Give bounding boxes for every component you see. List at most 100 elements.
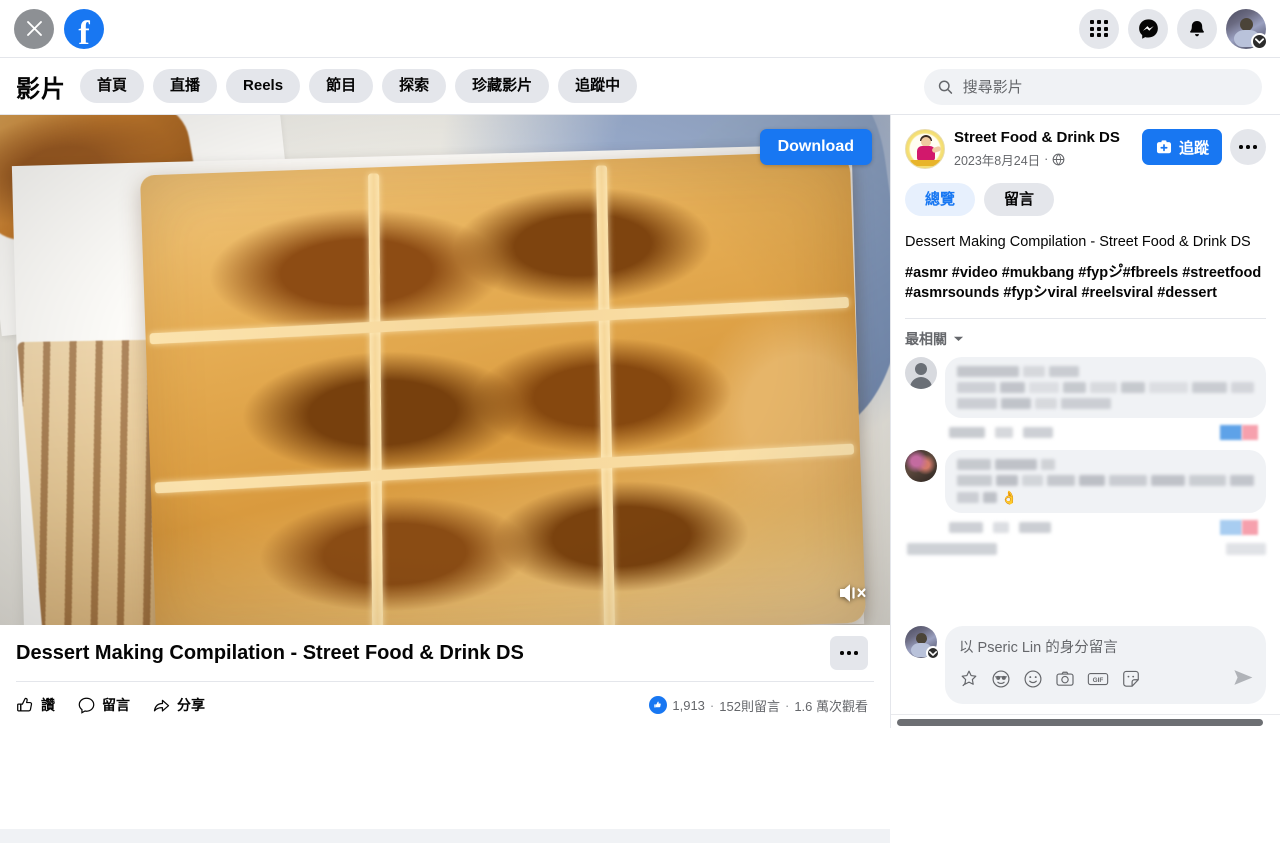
avatar-head <box>1240 17 1253 31</box>
view-replies-action[interactable] <box>907 542 997 555</box>
comment-timestamp <box>1019 521 1051 533</box>
thumbs-up-icon <box>17 697 33 711</box>
video-actions: 讚 留言 分享 <box>16 695 205 715</box>
comment-redacted-line <box>957 458 1254 470</box>
composer-identity-chevron[interactable] <box>926 646 940 660</box>
views-count: 1.6 萬次觀看 <box>794 698 868 714</box>
page-avatar[interactable] <box>905 129 945 169</box>
chevron-down-icon <box>953 336 964 341</box>
video-nav-bar: 影片 首頁 直播 Reels 節目 探索 珍藏影片 追蹤中 <box>0 58 1280 115</box>
composer-avatar[interactable] <box>905 626 940 660</box>
nav-item-following[interactable]: 追蹤中 <box>558 69 638 103</box>
comment-reply-action[interactable] <box>993 521 1009 533</box>
comment-bubble: 👌 <box>945 449 1266 513</box>
comment-avatar[interactable] <box>905 356 937 389</box>
nav-item-reels[interactable]: Reels <box>226 69 301 103</box>
comment-reply-action[interactable] <box>995 426 1013 438</box>
emoji-icon[interactable] <box>1023 669 1043 689</box>
video-player[interactable]: Download <box>0 115 890 625</box>
follow-button[interactable]: 追蹤 <box>1141 129 1222 165</box>
page-bottom-strip <box>0 829 890 843</box>
follow-plus-icon <box>1156 140 1172 154</box>
comment-list: 👌 <box>891 353 1280 618</box>
like-button[interactable]: 讚 <box>16 695 55 715</box>
sidebar-horizontal-scrollbar[interactable] <box>891 714 1280 728</box>
nav-item-home[interactable]: 首頁 <box>80 69 145 103</box>
apps-grid-icon <box>1090 19 1108 38</box>
search-box[interactable] <box>924 69 1262 105</box>
follow-button-label: 追蹤 <box>1178 139 1209 157</box>
sidebar-more-options-button[interactable] <box>1230 129 1266 165</box>
apps-grid-button[interactable] <box>1079 8 1119 49</box>
video-info-bar: Dessert Making Compilation - Street Food… <box>0 625 890 728</box>
messenger-button[interactable] <box>1128 8 1168 49</box>
comment-body <box>945 356 1266 440</box>
share-button-label: 分享 <box>177 697 205 713</box>
comment-redacted-line <box>957 474 1254 486</box>
chevron-down-icon <box>929 650 937 656</box>
comment-action-row <box>945 418 1266 440</box>
stats-separator: · <box>709 697 715 713</box>
page-identity-row: Street Food & Drink DS 2023年8月24日 · 追蹤 <box>905 129 1266 169</box>
close-button[interactable] <box>14 8 54 49</box>
account-chevron-badge <box>1251 32 1268 50</box>
comment-redacted-line <box>957 381 1254 393</box>
svg-text:GIF: GIF <box>1093 677 1104 684</box>
nav-item-live[interactable]: 直播 <box>153 69 218 103</box>
comment-sort-dropdown[interactable]: 最相關 <box>891 319 1280 353</box>
comment-button-label: 留言 <box>102 697 130 713</box>
send-comment-button[interactable] <box>1233 668 1254 692</box>
nav-item-saved[interactable]: 珍藏影片 <box>455 69 550 103</box>
gif-icon[interactable]: GIF <box>1087 669 1109 689</box>
comment-redacted-line <box>957 365 1254 377</box>
page-name[interactable]: Street Food & Drink DS <box>954 129 1142 148</box>
post-date: 2023年8月24日 <box>954 153 1041 168</box>
globe-public-icon <box>1052 153 1065 166</box>
comments-count: 152則留言 <box>719 698 780 714</box>
comment-input-box[interactable]: 以 Pseric Lin 的身分留言 GIF <box>945 626 1266 704</box>
share-arrow-icon <box>153 699 170 712</box>
nav-item-shows[interactable]: 節目 <box>309 69 374 103</box>
comment-item <box>905 356 1266 440</box>
post-hashtags[interactable]: #asmr #video #mukbang #fypシ゚#fbreels #st… <box>905 263 1266 304</box>
sticker-icon[interactable] <box>1121 669 1141 689</box>
tab-overview[interactable]: 總覽 <box>905 183 976 217</box>
comment-avatar[interactable] <box>905 449 937 482</box>
mute-toggle-button[interactable] <box>836 580 870 611</box>
video-title: Dessert Making Compilation - Street Food… <box>16 641 524 664</box>
share-button[interactable]: 分享 <box>152 695 205 715</box>
top-actions <box>1079 8 1268 50</box>
stats-separator: · <box>784 697 790 713</box>
meta-separator: · <box>1044 152 1049 167</box>
camera-icon[interactable] <box>1055 669 1075 689</box>
comment-like-action[interactable] <box>949 426 985 438</box>
post-description: Dessert Making Compilation - Street Food… <box>891 216 1280 303</box>
reactions-count: 1,913 <box>672 697 705 713</box>
chevron-down-icon <box>1255 38 1264 44</box>
comment-button[interactable]: 留言 <box>77 695 130 715</box>
facebook-logo[interactable]: f <box>64 8 104 49</box>
comment-reactions-badge[interactable] <box>1220 424 1258 440</box>
comment-action-row <box>945 513 1266 535</box>
scrollbar-thumb[interactable] <box>897 719 1263 726</box>
comment-item: 👌 <box>905 449 1266 555</box>
comment-like-action[interactable] <box>949 521 983 533</box>
nav-pill-list: 首頁 直播 Reels 節目 探索 珍藏影片 追蹤中 <box>80 69 638 103</box>
search-icon <box>938 80 953 94</box>
sunglasses-emoji-icon[interactable] <box>991 669 1011 689</box>
tab-comments[interactable]: 留言 <box>984 183 1055 217</box>
account-avatar-button[interactable] <box>1226 8 1268 50</box>
sidebar-header: Street Food & Drink DS 2023年8月24日 · 追蹤 總… <box>891 115 1280 217</box>
notifications-button[interactable] <box>1177 8 1217 49</box>
search-input[interactable] <box>962 78 1248 96</box>
page-name-block: Street Food & Drink DS 2023年8月24日 · <box>954 129 1142 169</box>
video-more-options-button[interactable] <box>830 636 868 670</box>
video-stats: 1,913 · 152則留言 · 1.6 萬次觀看 <box>649 696 868 715</box>
nav-item-explore[interactable]: 探索 <box>382 69 447 103</box>
speaker-muted-icon <box>840 584 866 602</box>
download-button[interactable]: Download <box>759 129 872 165</box>
avatar-sticker-icon[interactable] <box>959 669 979 689</box>
comment-reactions-badge[interactable] <box>1220 519 1258 535</box>
comment-bubble-icon <box>78 697 95 714</box>
comment-timestamp <box>1023 426 1053 438</box>
